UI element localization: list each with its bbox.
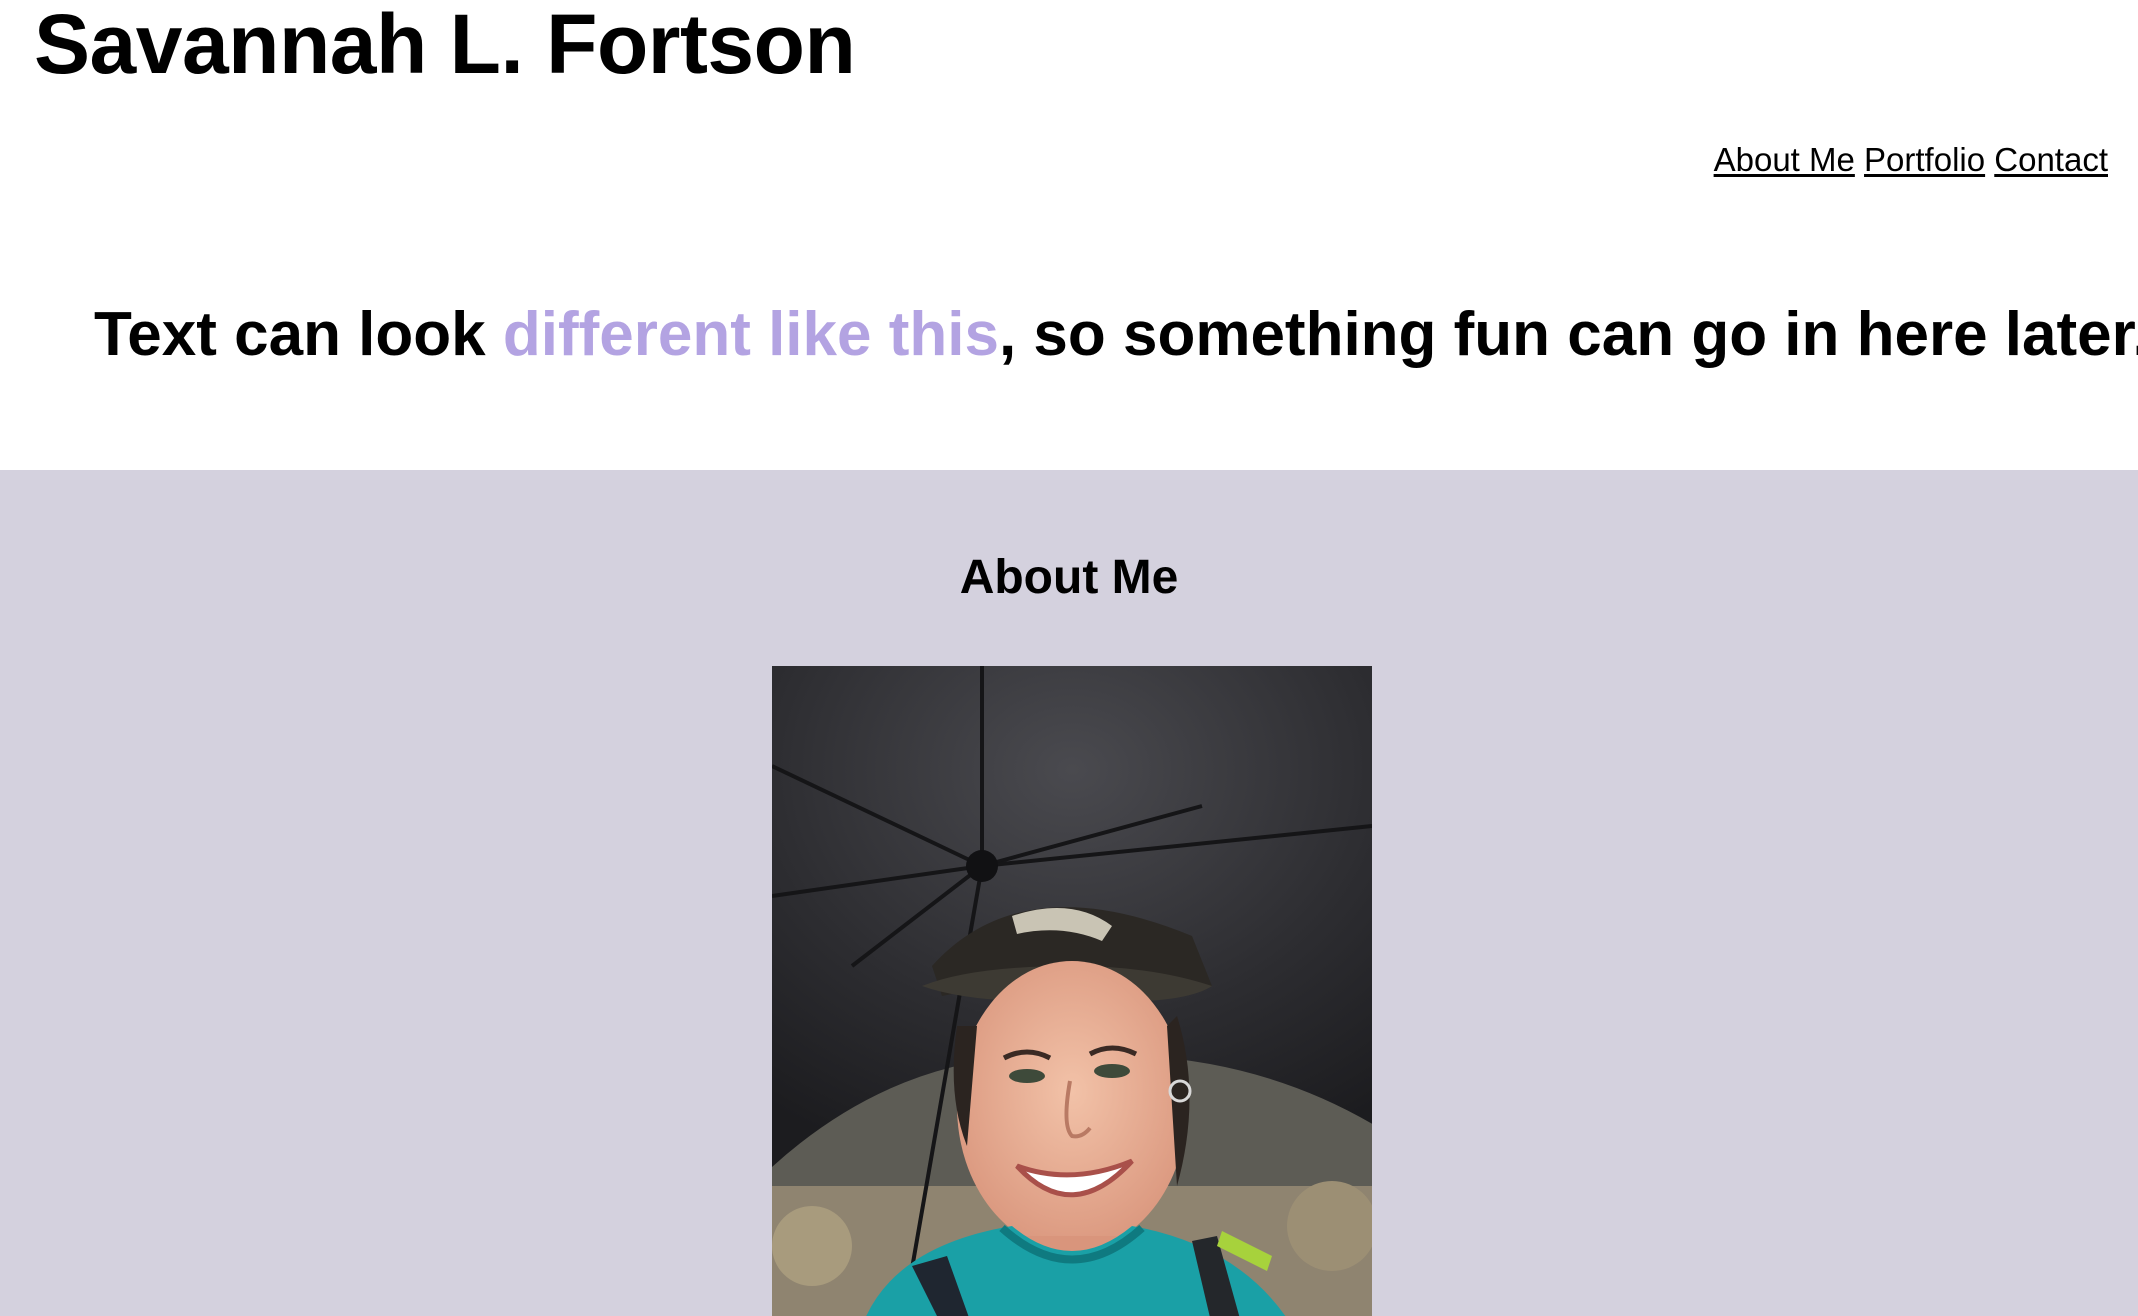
nav-link-about-me[interactable]: About Me: [1714, 141, 1855, 178]
main-nav: About Me Portfolio Contact: [1714, 140, 2108, 180]
profile-photo-illustration: [772, 666, 1372, 1316]
site-title: Savannah L. Fortson: [34, 0, 856, 91]
page: Savannah L. Fortson About Me Portfolio C…: [0, 0, 2138, 1316]
profile-photo: [772, 666, 1372, 1316]
nav-link-portfolio[interactable]: Portfolio: [1864, 141, 1985, 178]
about-heading: About Me: [959, 551, 1179, 604]
hero-text-accent: different like this: [502, 300, 999, 369]
hero-text-before: Text can look: [94, 300, 503, 369]
hero-text-after: , so something fun can go in here later.…: [998, 300, 2138, 369]
nav-link-contact[interactable]: Contact: [1994, 141, 2108, 178]
hero-text: Text can look different like this, so so…: [94, 296, 2138, 374]
about-section: About Me: [0, 470, 2138, 1316]
